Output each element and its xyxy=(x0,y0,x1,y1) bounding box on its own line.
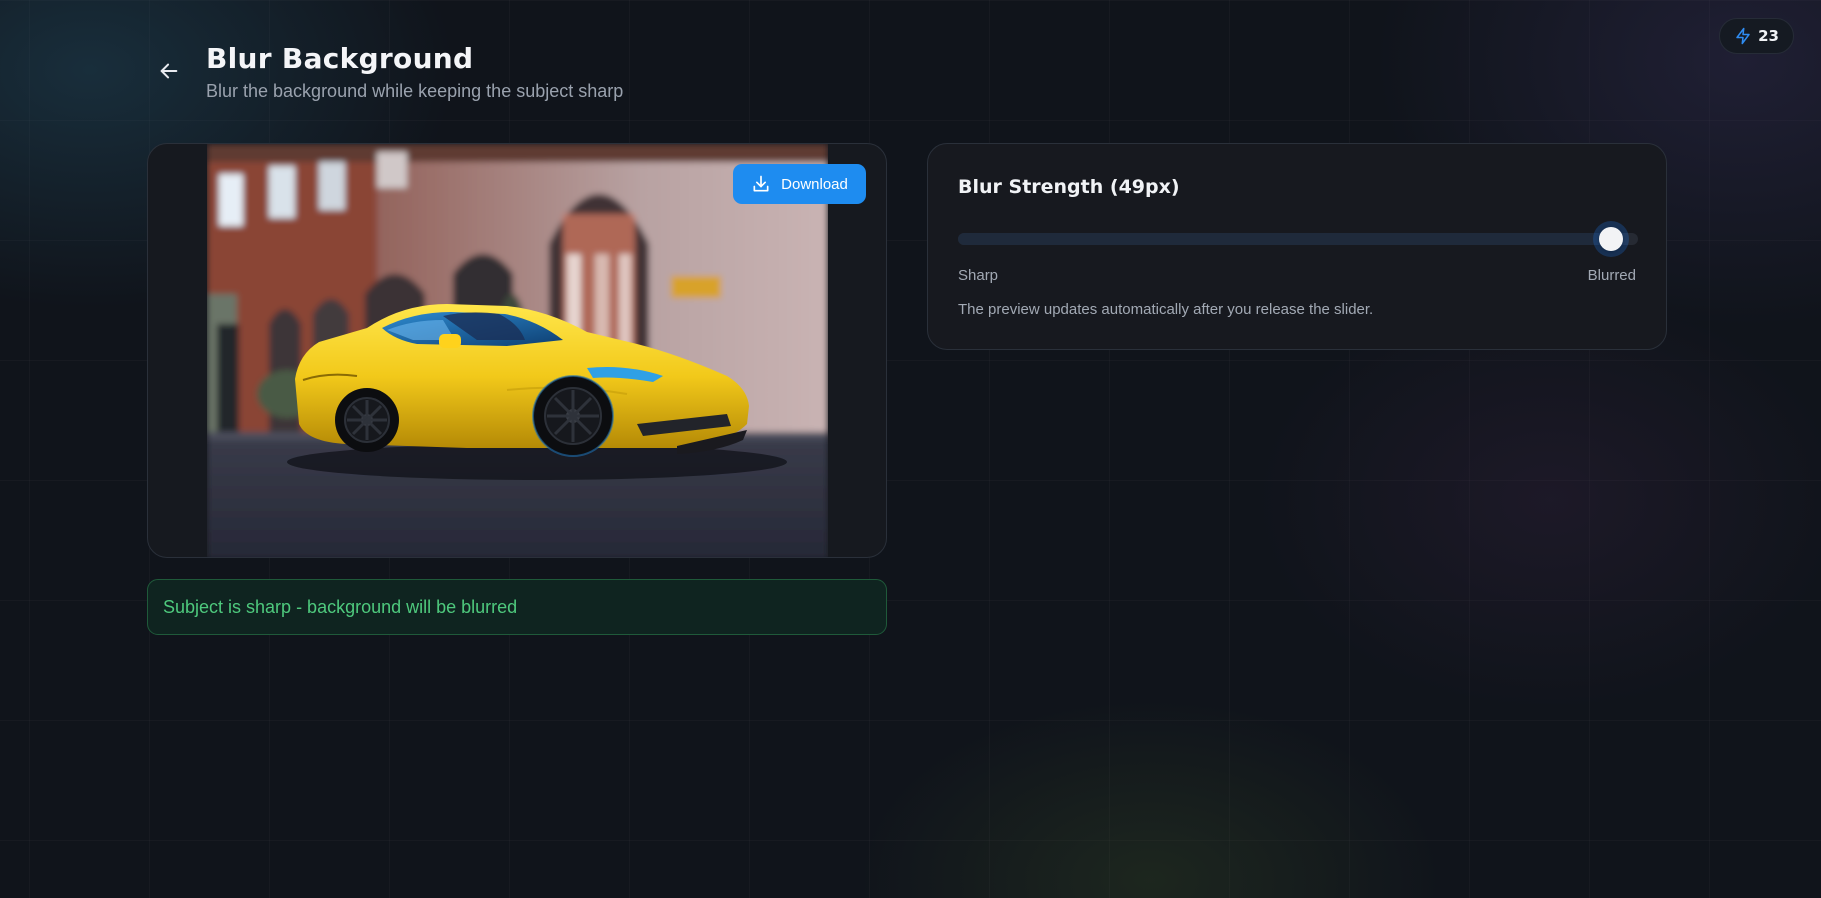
credits-badge: 23 xyxy=(1719,18,1794,54)
slider-thumb[interactable] xyxy=(1599,227,1624,251)
blur-strength-label: Blur Strength (49px) xyxy=(958,176,1180,198)
page-subtitle: Blur the background while keeping the su… xyxy=(206,81,624,101)
arrow-left-icon xyxy=(158,60,180,82)
status-text: Subject is sharp - background will be bl… xyxy=(163,596,518,617)
image-preview-card: Download xyxy=(147,143,887,558)
helper-text: The preview updates automatically after … xyxy=(958,301,1374,318)
download-icon xyxy=(751,174,771,194)
scale-min-label: Sharp xyxy=(958,267,999,284)
preview-image xyxy=(207,144,828,557)
lightning-bolt-icon xyxy=(1734,27,1752,45)
download-button[interactable]: Download xyxy=(733,164,866,204)
back-button[interactable] xyxy=(154,56,184,86)
blur-controls-card: Blur Strength (49px) Sharp Blurred The p… xyxy=(927,143,1667,350)
scale-max-label: Blurred xyxy=(1587,267,1636,284)
slider-fill xyxy=(958,233,1612,245)
download-button-label: Download xyxy=(781,175,848,193)
blur-strength-slider[interactable] xyxy=(958,227,1638,251)
credits-count: 23 xyxy=(1758,27,1779,45)
status-message: Subject is sharp - background will be bl… xyxy=(147,579,887,635)
page-title: Blur Background xyxy=(206,42,474,75)
